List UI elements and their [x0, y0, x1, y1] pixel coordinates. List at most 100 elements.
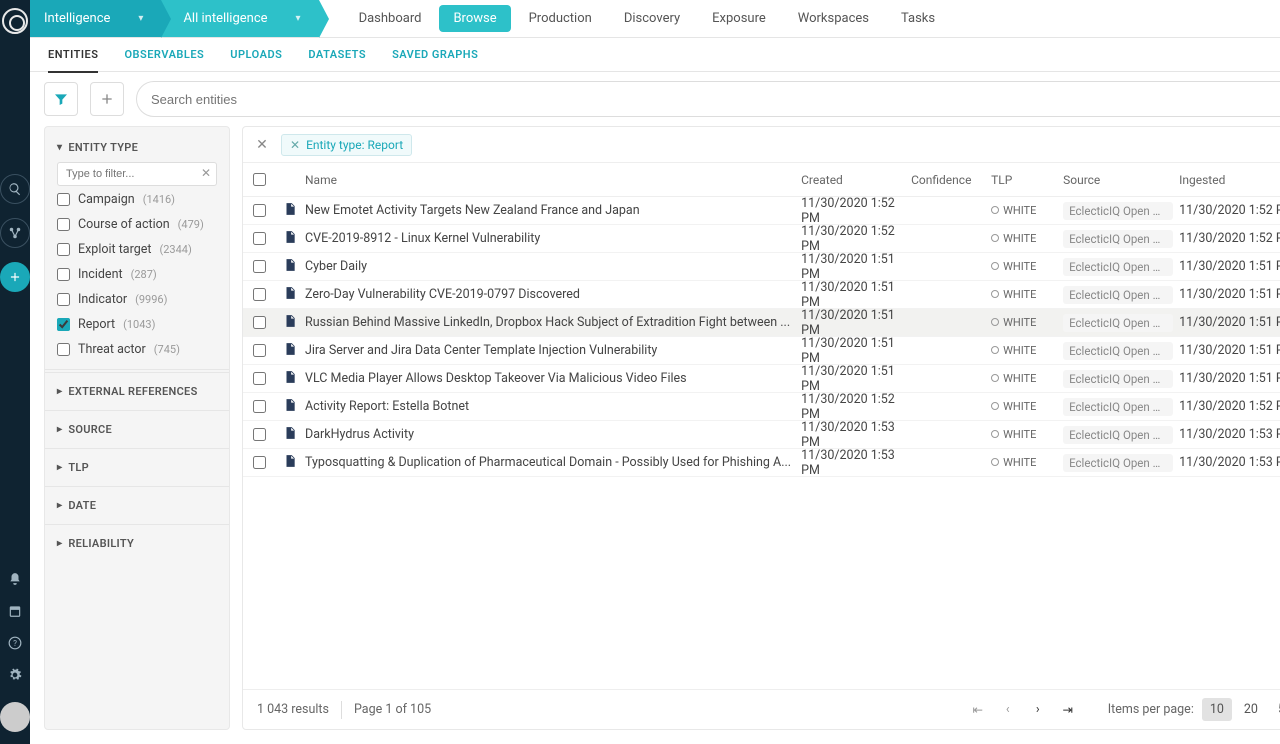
breadcrumb-level2-label: All intelligence: [183, 11, 267, 26]
subtab-datasets[interactable]: DATASETS: [308, 38, 366, 71]
toolbar: [30, 72, 1280, 126]
subtab-uploads[interactable]: UPLOADS: [230, 38, 282, 71]
ipp-option-20[interactable]: 20: [1236, 698, 1266, 721]
facet-checkbox[interactable]: [57, 243, 70, 256]
facet-checkbox[interactable]: [57, 318, 70, 331]
facet-checkbox[interactable]: [57, 268, 70, 281]
results-table: ✕ ✕Entity type: Report Name Created Conf…: [242, 126, 1280, 730]
nav-tab-workspaces[interactable]: Workspaces: [784, 5, 883, 32]
row-checkbox[interactable]: [253, 428, 266, 441]
user-avatar[interactable]: [0, 702, 30, 732]
row-checkbox[interactable]: [253, 344, 266, 357]
row-ingested: 11/30/2020 1:51 PM: [1179, 371, 1280, 386]
facet-item-report[interactable]: Report (1043): [57, 317, 217, 332]
table-footer: 1 043 results Page 1 of 105 ⇤ ‹ › ⇥ Item…: [243, 689, 1280, 729]
rail-settings-icon[interactable]: [4, 664, 26, 686]
facet-count: (9996): [135, 293, 167, 306]
rail-help-icon[interactable]: ?: [4, 632, 26, 654]
rail-calendar-icon[interactable]: [4, 600, 26, 622]
table-row[interactable]: Cyber Daily11/30/2020 1:51 PMWHITEEclect…: [243, 253, 1280, 281]
row-checkbox[interactable]: [253, 372, 266, 385]
nav-tab-dashboard[interactable]: Dashboard: [345, 5, 436, 32]
facet-checkbox[interactable]: [57, 293, 70, 306]
search-input[interactable]: [151, 92, 1280, 107]
facet-external-references-header[interactable]: ▸EXTERNAL REFERENCES: [57, 385, 217, 398]
breadcrumb-level1[interactable]: Intelligence▾: [30, 0, 161, 37]
facet-date-header[interactable]: ▸DATE: [57, 499, 217, 512]
row-created: 11/30/2020 1:51 PM: [801, 364, 911, 394]
pager-last-icon[interactable]: ⇥: [1058, 702, 1078, 718]
table-row[interactable]: Zero-Day Vulnerability CVE-2019-0797 Dis…: [243, 281, 1280, 309]
remove-chip-icon[interactable]: ✕: [290, 138, 300, 152]
rail-add-icon[interactable]: [0, 262, 30, 292]
nav-tab-tasks[interactable]: Tasks: [887, 5, 949, 32]
row-checkbox[interactable]: [253, 456, 266, 469]
row-checkbox[interactable]: [253, 232, 266, 245]
ipp-option-10[interactable]: 10: [1202, 698, 1232, 721]
col-ingested[interactable]: Ingested: [1179, 173, 1280, 187]
table-row[interactable]: Typosquatting & Duplication of Pharmaceu…: [243, 449, 1280, 477]
facet-item-campaign[interactable]: Campaign (1416): [57, 192, 217, 207]
subtab-entities[interactable]: ENTITIES: [48, 38, 98, 73]
facet-item-course-of-action[interactable]: Course of action (479): [57, 217, 217, 232]
table-row[interactable]: Russian Behind Massive LinkedIn, Dropbox…: [243, 309, 1280, 337]
col-source[interactable]: Source: [1063, 173, 1179, 187]
select-all-checkbox[interactable]: [253, 173, 266, 186]
subtab-saved-graphs[interactable]: SAVED GRAPHS: [392, 38, 478, 71]
row-name: Activity Report: Estella Botnet: [305, 399, 801, 414]
row-checkbox[interactable]: [253, 260, 266, 273]
ipp-option-50[interactable]: 50: [1270, 698, 1280, 721]
chevron-right-icon: ▸: [57, 538, 62, 549]
facet-item-exploit-target[interactable]: Exploit target (2344): [57, 242, 217, 257]
nav-tab-exposure[interactable]: Exposure: [698, 5, 780, 32]
table-row[interactable]: New Emotet Activity Targets New Zealand …: [243, 197, 1280, 225]
facet-checkbox[interactable]: [57, 343, 70, 356]
add-button[interactable]: [90, 82, 124, 116]
table-row[interactable]: VLC Media Player Allows Desktop Takeover…: [243, 365, 1280, 393]
nav-tab-browse[interactable]: Browse: [439, 5, 510, 32]
col-created[interactable]: Created: [801, 173, 911, 187]
row-source: EclecticIQ Open So...: [1063, 342, 1173, 360]
filter-button[interactable]: [44, 82, 78, 116]
facet-tlp-header[interactable]: ▸TLP: [57, 461, 217, 474]
subtab-observables[interactable]: OBSERVABLES: [124, 38, 204, 71]
row-checkbox[interactable]: [253, 288, 266, 301]
nav-tab-discovery[interactable]: Discovery: [610, 5, 694, 32]
col-confidence[interactable]: Confidence: [911, 173, 991, 187]
report-icon: [283, 426, 305, 444]
facet-filter-input[interactable]: [57, 162, 217, 186]
row-checkbox[interactable]: [253, 316, 266, 329]
row-checkbox[interactable]: [253, 204, 266, 217]
clear-all-filters-icon[interactable]: ✕: [253, 136, 271, 154]
rail-bell-icon[interactable]: [4, 568, 26, 590]
facet-item-indicator[interactable]: Indicator (9996): [57, 292, 217, 307]
table-row[interactable]: DarkHydrus Activity11/30/2020 1:53 PMWHI…: [243, 421, 1280, 449]
nav-tab-production[interactable]: Production: [515, 5, 606, 32]
facet-label: Threat actor: [78, 342, 146, 357]
pager-next-icon[interactable]: ›: [1028, 702, 1048, 717]
clear-filter-icon[interactable]: ✕: [201, 166, 211, 180]
row-checkbox[interactable]: [253, 400, 266, 413]
facet-count: (2344): [159, 243, 191, 256]
row-tlp: WHITE: [991, 259, 1063, 274]
facet-checkbox[interactable]: [57, 193, 70, 206]
rail-search-icon[interactable]: [0, 174, 30, 204]
rail-graph-icon[interactable]: [0, 218, 30, 248]
facet-item-threat-actor[interactable]: Threat actor (745): [57, 342, 217, 357]
search-field[interactable]: [136, 81, 1280, 117]
col-name[interactable]: Name: [305, 173, 801, 187]
table-row[interactable]: Jira Server and Jira Data Center Templat…: [243, 337, 1280, 365]
filter-chip[interactable]: ✕Entity type: Report: [281, 134, 412, 156]
facet-entity-type-header[interactable]: ▾ENTITY TYPE: [57, 141, 217, 154]
breadcrumb-level2[interactable]: All intelligence▾: [161, 0, 318, 37]
facet-checkbox[interactable]: [57, 218, 70, 231]
col-tlp[interactable]: TLP: [991, 173, 1063, 187]
facet-item-incident[interactable]: Incident (287): [57, 267, 217, 282]
row-tlp: WHITE: [991, 343, 1063, 358]
facet-source-header[interactable]: ▸SOURCE: [57, 423, 217, 436]
table-row[interactable]: CVE-2019-8912 - Linux Kernel Vulnerabili…: [243, 225, 1280, 253]
table-row[interactable]: Activity Report: Estella Botnet11/30/202…: [243, 393, 1280, 421]
row-ingested: 11/30/2020 1:51 PM: [1179, 287, 1280, 302]
row-ingested: 11/30/2020 1:53 PM: [1179, 427, 1280, 442]
facet-reliability-header[interactable]: ▸RELIABILITY: [57, 537, 217, 550]
